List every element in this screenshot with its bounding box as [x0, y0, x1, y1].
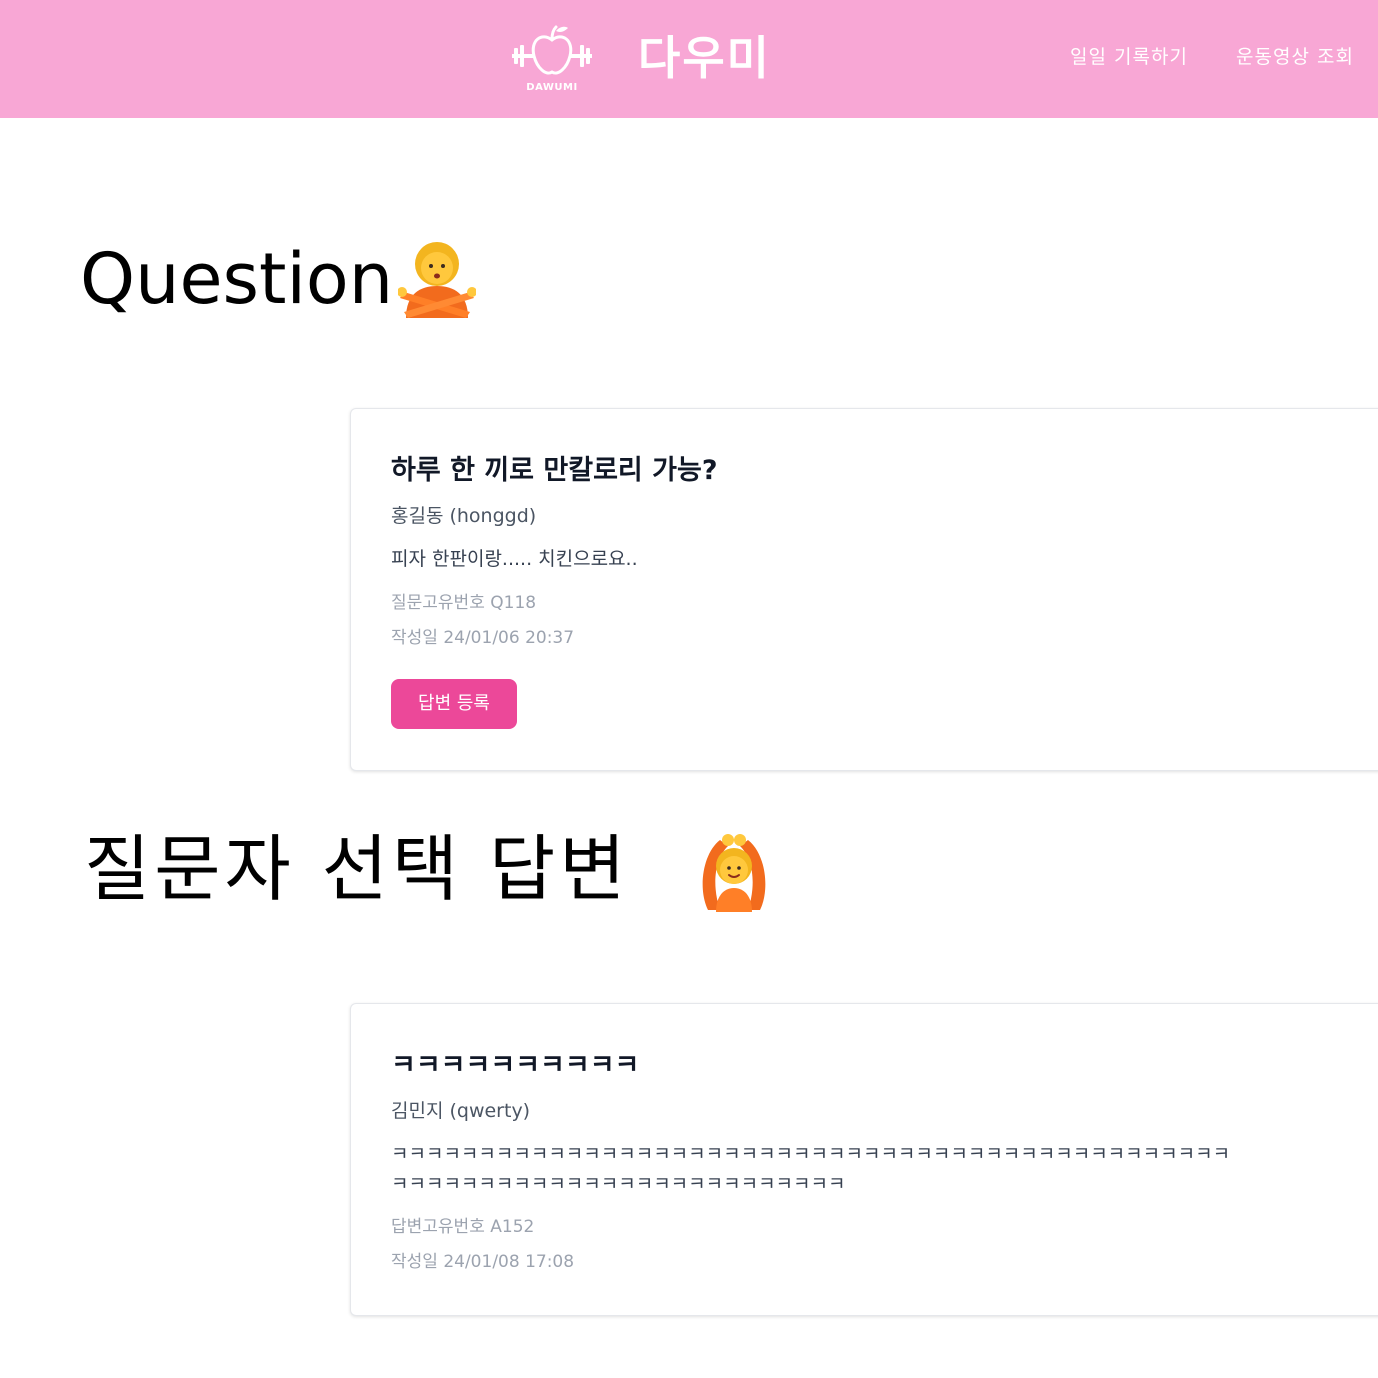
register-answer-button[interactable]: 답변 등록: [391, 679, 517, 729]
question-content: 피자 한판이랑..... 치킨으로요..: [391, 548, 638, 570]
dawumi-logo[interactable]: DAWUMI: [506, 22, 598, 96]
answer-content-line-1: ㅋㅋㅋㅋㅋㅋㅋㅋㅋㅋㅋㅋㅋㅋㅋㅋㅋㅋㅋㅋㅋㅋㅋㅋㅋㅋㅋㅋㅋㅋㅋㅋㅋㅋㅋㅋㅋㅋㅋㅋ…: [391, 1143, 1231, 1165]
question-heading-text: Question: [80, 238, 394, 320]
brand-title[interactable]: 다우미: [638, 28, 771, 88]
top-header: DAWUMI 다우미 일일 기록하기 운동영상 조회: [0, 0, 1378, 118]
answer-id: 답변고유번호 A152: [391, 1217, 535, 1237]
answer-card: ㅋㅋㅋㅋㅋㅋㅋㅋㅋㅋ 김민지 (qwerty) ㅋㅋㅋㅋㅋㅋㅋㅋㅋㅋㅋㅋㅋㅋㅋㅋ…: [350, 1003, 1378, 1316]
question-card: 하루 한 끼로 만칼로리 가능? 홍길동 (honggd) 피자 한판이랑...…: [350, 408, 1378, 771]
logo-wordmark: DAWUMI: [526, 82, 578, 93]
question-title: 하루 한 끼로 만칼로리 가능?: [391, 455, 718, 486]
nav-workout-videos[interactable]: 운동영상 조회: [1236, 44, 1354, 70]
question-author: 홍길동 (honggd): [391, 505, 537, 527]
question-date: 작성일 24/01/06 20:37: [391, 628, 575, 648]
question-id: 질문고유번호 Q118: [391, 593, 537, 613]
selected-answer-heading-text: 질문자 선택 답변: [84, 827, 630, 911]
selected-answer-heading: 질문자 선택 답변: [84, 824, 629, 914]
answer-author: 김민지 (qwerty): [391, 1100, 531, 1122]
apple-dumbbell-icon: [512, 25, 592, 75]
answer-content-line-2: ㅋㅋㅋㅋㅋㅋㅋㅋㅋㅋㅋㅋㅋㅋㅋㅋㅋㅋㅋㅋㅋㅋㅋㅋㅋㅋ: [391, 1173, 846, 1195]
person-gesturing-no-icon: [397, 238, 477, 322]
question-heading: Question: [80, 236, 393, 322]
answer-title: ㅋㅋㅋㅋㅋㅋㅋㅋㅋㅋ: [391, 1050, 640, 1081]
person-gesturing-ok-icon: [694, 832, 774, 916]
nav-daily-record[interactable]: 일일 기록하기: [1070, 44, 1188, 70]
answer-date: 작성일 24/01/08 17:08: [391, 1252, 575, 1272]
